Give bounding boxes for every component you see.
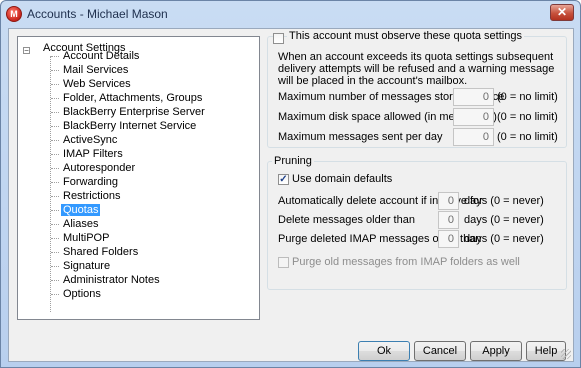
collapse-icon[interactable]: −: [23, 47, 30, 55]
max-disk-space-hint: (0 = no limit): [497, 111, 558, 123]
cancel-button[interactable]: Cancel: [414, 341, 466, 361]
app-logo-icon: M: [6, 6, 22, 22]
tree-item-folder-attachments-groups[interactable]: Folder, Attachments, Groups: [51, 92, 204, 105]
tree-item-label: Aliases: [63, 218, 99, 230]
tree-item-label: Shared Folders: [63, 246, 139, 258]
purge-imap-folders-label[interactable]: Purge old messages from IMAP folders as …: [292, 256, 520, 268]
delete-older-label: Delete messages older than: [278, 214, 415, 226]
tree-item-label: Mail Services: [63, 64, 129, 76]
tree-item-label: ActiveSync: [63, 134, 118, 146]
close-button[interactable]: ✕: [550, 4, 574, 21]
pruning-title: Pruning: [272, 155, 314, 167]
tree-item-activesync[interactable]: ActiveSync: [51, 134, 119, 147]
delete-older-hint: days (0 = never): [464, 214, 544, 226]
tree-item-options[interactable]: Options: [51, 288, 103, 301]
max-disk-space-input[interactable]: 0: [453, 108, 494, 126]
tree-item-restrictions[interactable]: Restrictions: [51, 190, 122, 203]
tree-item-label: IMAP Filters: [63, 148, 123, 160]
tree-item-administrator-notes[interactable]: Administrator Notes: [51, 274, 162, 287]
tree-item-label: BlackBerry Internet Service: [63, 120, 197, 132]
dialog-body: − Account Settings Account Details Mail …: [8, 28, 574, 362]
tree-item-label: Web Services: [63, 78, 131, 90]
tree-item-signature[interactable]: Signature: [51, 260, 112, 273]
max-messages-input[interactable]: 0: [453, 88, 494, 106]
tree-item-label: Administrator Notes: [63, 274, 160, 286]
tree-item-label: Account Details: [63, 50, 140, 62]
tree-item-label: Forwarding: [63, 176, 119, 188]
delete-inactive-hint: days (0 = never): [464, 195, 544, 207]
delete-older-input[interactable]: 0: [438, 211, 459, 229]
tree-item-label: Folder, Attachments, Groups: [63, 92, 203, 104]
tree-item-label: Quotas: [61, 204, 101, 216]
settings-tree[interactable]: − Account Settings Account Details Mail …: [17, 36, 260, 320]
tree-item-label: Options: [63, 288, 101, 300]
tree-item-label: Signature: [63, 260, 111, 272]
max-sent-per-day-hint: (0 = no limit): [497, 131, 558, 143]
tree-item-blackberry-internet-service[interactable]: BlackBerry Internet Service: [51, 120, 198, 133]
tree-item-shared-folders[interactable]: Shared Folders: [51, 246, 140, 259]
tree-item-multipop[interactable]: MultiPOP: [51, 232, 111, 245]
use-domain-defaults-checkbox[interactable]: ✓: [278, 174, 289, 185]
resize-grip-icon[interactable]: [561, 349, 571, 359]
pruning-group: Pruning ✓ Use domain defaults Automatica…: [267, 155, 567, 290]
tree-item-label: Restrictions: [63, 190, 121, 202]
observe-quota-checkbox[interactable]: [273, 33, 284, 44]
tree-item-label: BlackBerry Enterprise Server: [63, 106, 205, 118]
purge-imap-folders-checkbox[interactable]: [278, 257, 289, 268]
tree-item-label: Autoresponder: [63, 162, 136, 174]
window-title: Accounts - Michael Mason: [27, 7, 168, 21]
tree-item-label: MultiPOP: [63, 232, 110, 244]
tree-item-quotas[interactable]: Quotas: [51, 204, 101, 217]
quota-group: This account must observe these quota se…: [267, 30, 567, 148]
max-sent-per-day-input[interactable]: 0: [453, 128, 494, 146]
tree-item-account-details[interactable]: Account Details: [51, 50, 141, 63]
max-sent-per-day-label: Maximum messages sent per day: [278, 131, 443, 143]
use-domain-defaults-label[interactable]: Use domain defaults: [292, 173, 392, 185]
accounts-window: M Accounts - Michael Mason ✕ − Account S…: [0, 0, 581, 368]
observe-quota-label[interactable]: This account must observe these quota se…: [287, 30, 524, 42]
tree-item-aliases[interactable]: Aliases: [51, 218, 100, 231]
max-messages-hint: (0 = no limit): [497, 91, 558, 103]
tree-item-autoresponder[interactable]: Autoresponder: [51, 162, 137, 175]
help-button[interactable]: Help: [526, 341, 566, 361]
apply-button[interactable]: Apply: [470, 341, 522, 361]
tree-item-blackberry-enterprise-server[interactable]: BlackBerry Enterprise Server: [51, 106, 207, 119]
tree-item-mail-services[interactable]: Mail Services: [51, 64, 130, 77]
quota-description: When an account exceeds its quota settin…: [278, 51, 555, 87]
tree-item-imap-filters[interactable]: IMAP Filters: [51, 148, 125, 161]
ok-button[interactable]: Ok: [358, 341, 410, 361]
delete-inactive-input[interactable]: 0: [438, 192, 459, 210]
tree-item-forwarding[interactable]: Forwarding: [51, 176, 120, 189]
title-bar[interactable]: M Accounts - Michael Mason ✕: [1, 1, 580, 27]
tree-item-web-services[interactable]: Web Services: [51, 78, 133, 91]
purge-imap-deleted-hint: days (0 = never): [464, 233, 544, 245]
purge-imap-deleted-input[interactable]: 0: [438, 230, 459, 248]
